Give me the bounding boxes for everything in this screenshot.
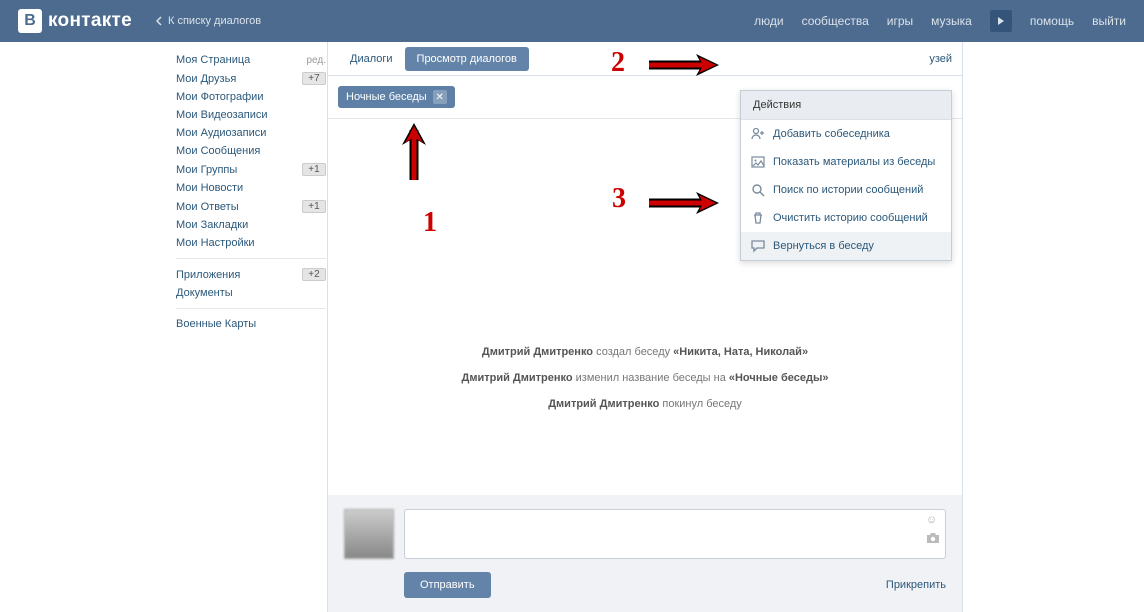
sidebar-item-friends[interactable]: Мои Друзья +7 — [176, 69, 326, 88]
main-panel: Диалоги Просмотр диалогов узей Ночные бе… — [327, 42, 963, 612]
sidebar-item-audio[interactable]: Мои Аудиозаписи — [176, 124, 326, 142]
tab-dialogs[interactable]: Диалоги — [338, 47, 405, 71]
sidebar-item-label: Моя Страница — [176, 54, 250, 66]
send-button[interactable]: Отправить — [404, 572, 491, 598]
log-line-created: Дмитрий Дмитренко создал беседу «Никита,… — [328, 339, 962, 365]
dd-return-to-chat[interactable]: Вернуться в беседу — [741, 232, 951, 260]
sidebar-item-label: Мои Новости — [176, 182, 243, 194]
dd-label: Вернуться в беседу — [773, 240, 874, 252]
chip-label: Ночные беседы — [346, 91, 427, 103]
camera-icon[interactable] — [926, 532, 940, 547]
nav-help[interactable]: помощь — [1030, 14, 1074, 28]
attach-link[interactable]: Прикрепить — [886, 579, 946, 591]
sidebar-item-label: Мои Видеозаписи — [176, 109, 268, 121]
sidebar-item-answers[interactable]: Мои Ответы +1 — [176, 197, 326, 216]
actions-dropdown: Действия Добавить собеседника Показать м… — [740, 90, 952, 261]
sidebar-item-settings[interactable]: Мои Настройки — [176, 234, 326, 252]
sidebar-item-label: Документы — [176, 287, 233, 299]
sidebar-item-documents[interactable]: Документы — [176, 284, 326, 302]
dd-label: Поиск по истории сообщений — [773, 184, 923, 196]
user-avatar — [344, 509, 394, 559]
sidebar-item-label: Военные Карты — [176, 318, 256, 330]
nav-communities[interactable]: сообщества — [802, 14, 869, 28]
logo-icon: В — [18, 9, 42, 33]
sidebar-item-label: Мои Настройки — [176, 237, 255, 249]
sidebar-item-label: Мои Сообщения — [176, 145, 260, 157]
edit-link[interactable]: ред. — [306, 55, 326, 66]
sidebar-item-label: Мои Группы — [176, 164, 237, 176]
user-plus-icon — [751, 127, 765, 141]
chat-title-chip: Ночные беседы ✕ — [338, 86, 455, 108]
nav-games[interactable]: игры — [887, 14, 913, 28]
divider — [176, 258, 326, 259]
dd-show-materials[interactable]: Показать материалы из беседы — [741, 148, 951, 176]
play-button[interactable] — [990, 10, 1012, 32]
back-to-dialogs-link[interactable]: К списку диалогов — [156, 15, 261, 27]
image-icon — [751, 155, 765, 169]
count-badge: +1 — [302, 200, 326, 213]
sidebar-item-label: Мои Фотографии — [176, 91, 263, 103]
sidebar-item-apps[interactable]: Приложения +2 — [176, 265, 326, 284]
dd-add-member[interactable]: Добавить собеседника — [741, 120, 951, 148]
nav-music[interactable]: музыка — [931, 14, 972, 28]
emoji-icon[interactable]: ☺ — [926, 514, 940, 526]
sidebar-item-label: Мои Друзья — [176, 73, 236, 85]
sidebar-item-my-page[interactable]: Моя Страница ред. — [176, 51, 326, 69]
message-composer: ☺ Отправить Прикрепить — [328, 495, 962, 612]
sidebar-item-messages[interactable]: Мои Сообщения — [176, 142, 326, 160]
tab-right-fragment: узей — [929, 53, 952, 65]
sidebar-item-label: Мои Закладки — [176, 219, 248, 231]
back-label: К списку диалогов — [168, 15, 261, 27]
count-badge: +2 — [302, 268, 326, 281]
nav-people[interactable]: люди — [754, 14, 783, 28]
chevron-left-icon — [156, 16, 162, 26]
log-line-left: Дмитрий Дмитренко покинул беседу — [328, 391, 962, 417]
chat-icon — [751, 239, 765, 253]
sidebar-item-videos[interactable]: Мои Видеозаписи — [176, 106, 326, 124]
count-badge: +1 — [302, 163, 326, 176]
search-icon — [751, 183, 765, 197]
nav-logout[interactable]: выйти — [1092, 14, 1126, 28]
play-icon — [997, 16, 1005, 26]
chip-close-icon[interactable]: ✕ — [433, 90, 447, 104]
sidebar-item-photos[interactable]: Мои Фотографии — [176, 88, 326, 106]
dropdown-header[interactable]: Действия — [741, 91, 951, 120]
logo-text[interactable]: контакте — [48, 10, 132, 32]
trash-icon — [751, 211, 765, 225]
sidebar-item-war-maps[interactable]: Военные Карты — [176, 315, 326, 333]
top-nav: люди сообщества игры музыка помощь выйти — [754, 10, 1126, 32]
divider — [176, 308, 326, 309]
message-input[interactable] — [404, 509, 946, 559]
log-line-renamed: Дмитрий Дмитренко изменил название бесед… — [328, 365, 962, 391]
tab-view-dialogs[interactable]: Просмотр диалогов — [405, 47, 529, 71]
tabs-bar: Диалоги Просмотр диалогов узей — [328, 42, 962, 76]
dd-search-history[interactable]: Поиск по истории сообщений — [741, 176, 951, 204]
sidebar-item-groups[interactable]: Мои Группы +1 — [176, 160, 326, 179]
sidebar-item-bookmarks[interactable]: Мои Закладки — [176, 216, 326, 234]
sidebar-item-label: Мои Ответы — [176, 201, 239, 213]
count-badge: +7 — [302, 72, 326, 85]
sidebar-item-news[interactable]: Мои Новости — [176, 179, 326, 197]
dd-label: Очистить историю сообщений — [773, 212, 928, 224]
sidebar-item-label: Приложения — [176, 269, 240, 281]
top-header: В контакте К списку диалогов люди сообще… — [0, 0, 1144, 42]
left-sidebar: Моя Страница ред. Мои Друзья +7 Мои Фотогр… — [176, 42, 326, 342]
dd-clear-history[interactable]: Очистить историю сообщений — [741, 204, 951, 232]
sidebar-item-label: Мои Аудиозаписи — [176, 127, 266, 139]
dd-label: Добавить собеседника — [773, 128, 890, 140]
dd-label: Показать материалы из беседы — [773, 156, 935, 168]
